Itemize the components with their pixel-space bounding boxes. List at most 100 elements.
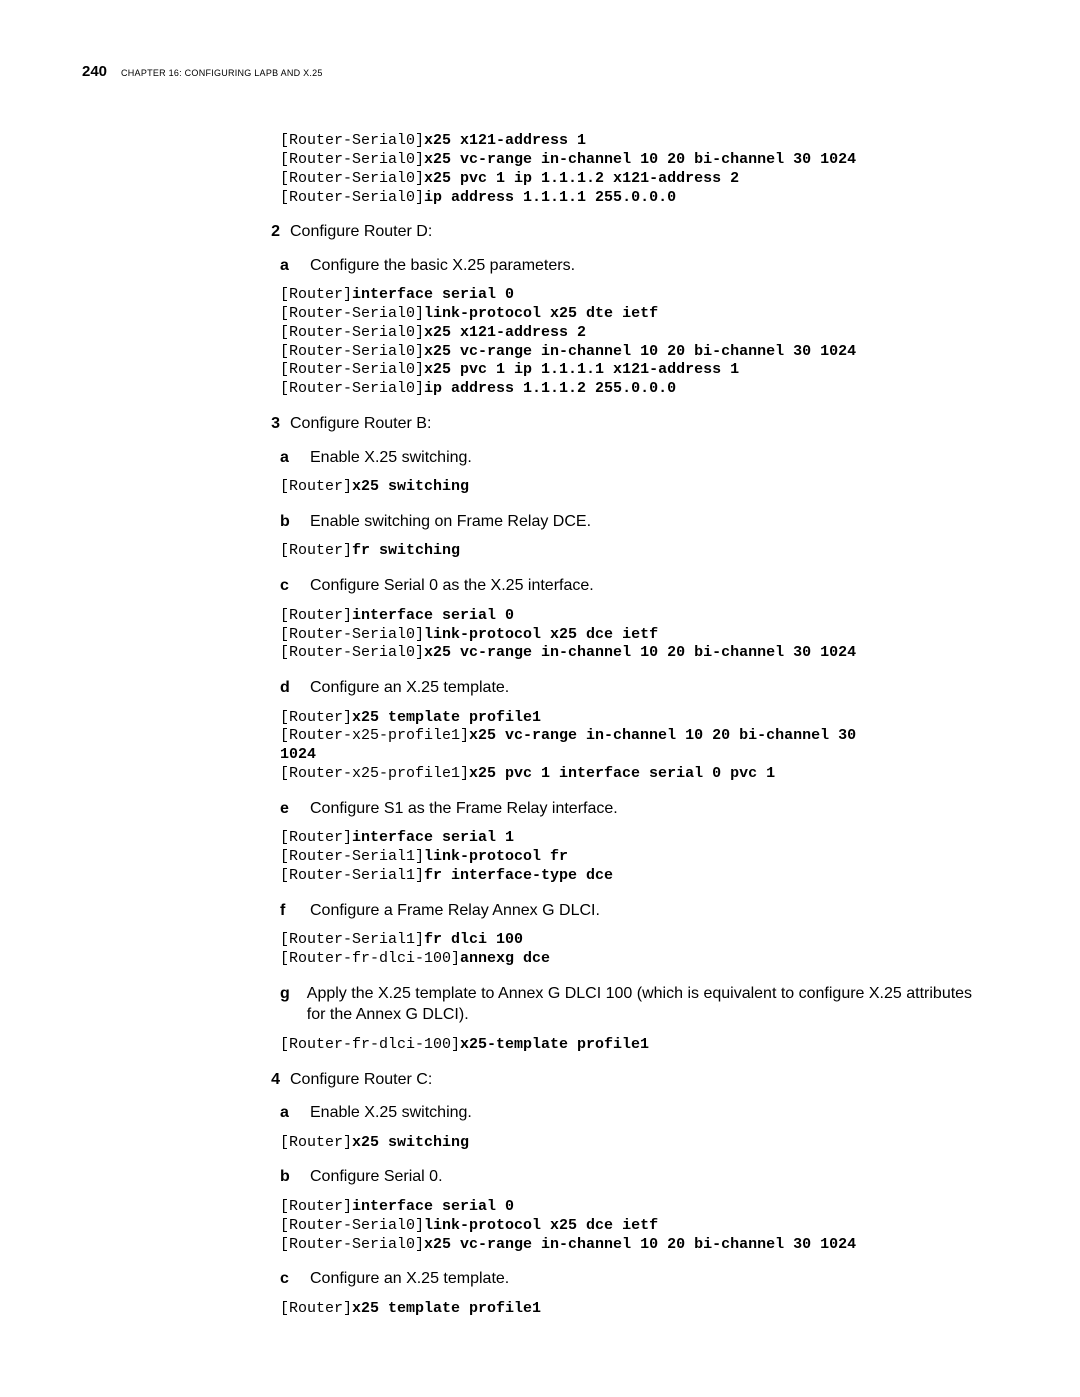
code-line: [Router-Serial0]x25 vc-range in-channel … xyxy=(280,343,990,362)
code-command: x25 vc-range in-channel 10 20 bi-channel… xyxy=(424,644,856,661)
substep-letter: e xyxy=(280,798,298,820)
code-line: [Router-Serial0]x25 pvc 1 ip 1.1.1.2 x12… xyxy=(280,170,990,189)
code-block: [Router]x25 template profile1[Router-x25… xyxy=(280,709,990,784)
step-text: Configure Router D: xyxy=(290,221,432,243)
code-line: [Router-Serial0]link-protocol x25 dce ie… xyxy=(280,626,990,645)
code-prompt: [Router-Serial0] xyxy=(280,1236,424,1253)
code-command: fr dlci 100 xyxy=(424,931,523,948)
code-command: ip address 1.1.1.1 255.0.0.0 xyxy=(424,189,676,206)
code-command: link-protocol x25 dce ietf xyxy=(424,626,658,643)
code-prompt: [Router] xyxy=(280,1198,352,1215)
lettered-substep: fConfigure a Frame Relay Annex G DLCI. xyxy=(280,900,990,922)
code-prompt: [Router-Serial0] xyxy=(280,324,424,341)
code-line: [Router]interface serial 0 xyxy=(280,607,990,626)
substep-text: Configure a Frame Relay Annex G DLCI. xyxy=(310,900,600,922)
numbered-step: 3Configure Router B: xyxy=(262,413,990,435)
code-prompt: [Router-Serial0] xyxy=(280,170,424,187)
code-command: 1024 xyxy=(280,746,316,763)
code-block: [Router]x25 switching xyxy=(280,478,990,497)
code-prompt: [Router-fr-dlci-100] xyxy=(280,1036,460,1053)
code-line: [Router-Serial0]x25 vc-range in-channel … xyxy=(280,151,990,170)
code-prompt: [Router-Serial0] xyxy=(280,189,424,206)
code-prompt: [Router-Serial0] xyxy=(280,361,424,378)
step-number: 2 xyxy=(262,221,280,243)
substep-letter: a xyxy=(280,1102,298,1124)
code-line: [Router-fr-dlci-100]annexg dce xyxy=(280,950,990,969)
code-prompt: [Router-Serial1] xyxy=(280,848,424,865)
code-command: x25 pvc 1 ip 1.1.1.2 x121-address 2 xyxy=(424,170,739,187)
code-command: link-protocol x25 dce ietf xyxy=(424,1217,658,1234)
code-command: x25-template profile1 xyxy=(460,1036,649,1053)
code-prompt: [Router] xyxy=(280,1300,352,1317)
substep-text: Enable X.25 switching. xyxy=(310,447,472,469)
substep-letter: a xyxy=(280,447,298,469)
code-prompt: [Router-fr-dlci-100] xyxy=(280,950,460,967)
code-command: interface serial 1 xyxy=(352,829,514,846)
code-command: ip address 1.1.1.2 255.0.0.0 xyxy=(424,380,676,397)
code-command: x25 vc-range in-channel 10 20 bi-channel… xyxy=(424,1236,856,1253)
code-block: [Router]interface serial 1[Router-Serial… xyxy=(280,829,990,885)
code-command: link-protocol x25 dte ietf xyxy=(424,305,658,322)
code-command: interface serial 0 xyxy=(352,286,514,303)
code-prompt: [Router] xyxy=(280,607,352,624)
code-prompt: [Router-Serial0] xyxy=(280,644,424,661)
code-line: [Router]x25 switching xyxy=(280,1134,990,1153)
code-block: [Router-Serial0]x25 x121-address 1[Route… xyxy=(280,132,990,207)
code-prompt: [Router] xyxy=(280,709,352,726)
code-line: [Router-Serial0]x25 x121-address 1 xyxy=(280,132,990,151)
code-block: [Router]interface serial 0 [Router-Serial… xyxy=(280,1198,990,1254)
code-prompt: [Router] xyxy=(280,829,352,846)
code-line: [Router-Serial0]link-protocol x25 dte ie… xyxy=(280,305,990,324)
code-prompt: [Router-x25-profile1] xyxy=(280,727,469,744)
substep-letter: c xyxy=(280,1268,298,1290)
code-block: [Router]x25 template profile1 xyxy=(280,1300,990,1319)
code-command: x25 x121-address 2 xyxy=(424,324,586,341)
lettered-substep: g Apply the X.25 template to Annex G DLCI… xyxy=(280,983,990,1026)
lettered-substep: b Configure Serial 0. xyxy=(280,1166,990,1188)
code-command: x25 vc-range in-channel 10 20 bi-channel… xyxy=(424,343,856,360)
substep-letter: a xyxy=(280,255,298,277)
code-line: [Router-Serial1]link-protocol fr xyxy=(280,848,990,867)
substep-text: Enable X.25 switching. xyxy=(310,1102,472,1124)
lettered-substep: a Enable X.25 switching. xyxy=(280,1102,990,1124)
code-prompt: [Router-Serial0] xyxy=(280,305,424,322)
code-command: interface serial 0 xyxy=(352,1198,514,1215)
code-line: [Router-Serial0]x25 pvc 1 ip 1.1.1.1 x12… xyxy=(280,361,990,380)
code-line: [Router-Serial0]ip address 1.1.1.2 255.0… xyxy=(280,380,990,399)
code-block: [Router]interface serial 0[Router-Serial… xyxy=(280,607,990,663)
substep-text: Apply the X.25 template to Annex G DLCI … xyxy=(307,983,990,1026)
substep-text: Configure the basic X.25 parameters. xyxy=(310,255,575,277)
code-line: [Router]interface serial 1 xyxy=(280,829,990,848)
substep-letter: b xyxy=(280,511,298,533)
code-prompt: [Router-Serial1] xyxy=(280,867,424,884)
substep-letter: g xyxy=(280,983,295,1005)
step-text: Configure Router B: xyxy=(290,413,431,435)
running-head: 240 CHAPTER 16: CONFIGURING LAPB AND X.2… xyxy=(82,62,990,82)
lettered-substep: a Enable X.25 switching. xyxy=(280,447,990,469)
code-command: fr interface-type dce xyxy=(424,867,613,884)
code-prompt: [Router-Serial0] xyxy=(280,151,424,168)
page-number: 240 xyxy=(82,62,107,82)
substep-letter: d xyxy=(280,677,298,699)
code-command: annexg dce xyxy=(460,950,550,967)
lettered-substep: d Configure an X.25 template. xyxy=(280,677,990,699)
code-line: [Router-Serial0]ip address 1.1.1.1 255.0… xyxy=(280,189,990,208)
substep-letter: b xyxy=(280,1166,298,1188)
code-block: [Router]interface serial 0[Router-Serial… xyxy=(280,286,990,399)
code-command: x25 vc-range in-channel 10 20 bi-channel… xyxy=(469,727,865,744)
code-prompt: [Router-Serial0] xyxy=(280,380,424,397)
code-line: [Router]x25 switching xyxy=(280,478,990,497)
code-line: [Router]x25 template profile1 xyxy=(280,709,990,728)
code-line: [Router-x25-profile1]x25 pvc 1 interface… xyxy=(280,765,990,784)
code-command: x25 template profile1 xyxy=(352,709,541,726)
code-prompt: [Router] xyxy=(280,542,352,559)
code-line: [Router]interface serial 0 xyxy=(280,286,990,305)
code-prompt: [Router] xyxy=(280,286,352,303)
code-line: [Router-Serial0]x25 x121-address 2 xyxy=(280,324,990,343)
code-line: [Router-Serial1]fr dlci 100 xyxy=(280,931,990,950)
substep-text: Configure Serial 0. xyxy=(310,1166,443,1188)
code-line: [Router]interface serial 0 xyxy=(280,1198,990,1217)
code-line: [Router-Serial0]x25 vc-range in-channel … xyxy=(280,1236,990,1255)
chapter-label: CHAPTER 16: CONFIGURING LAPB AND X.25 xyxy=(121,63,323,81)
substep-text: Configure an X.25 template. xyxy=(310,677,509,699)
